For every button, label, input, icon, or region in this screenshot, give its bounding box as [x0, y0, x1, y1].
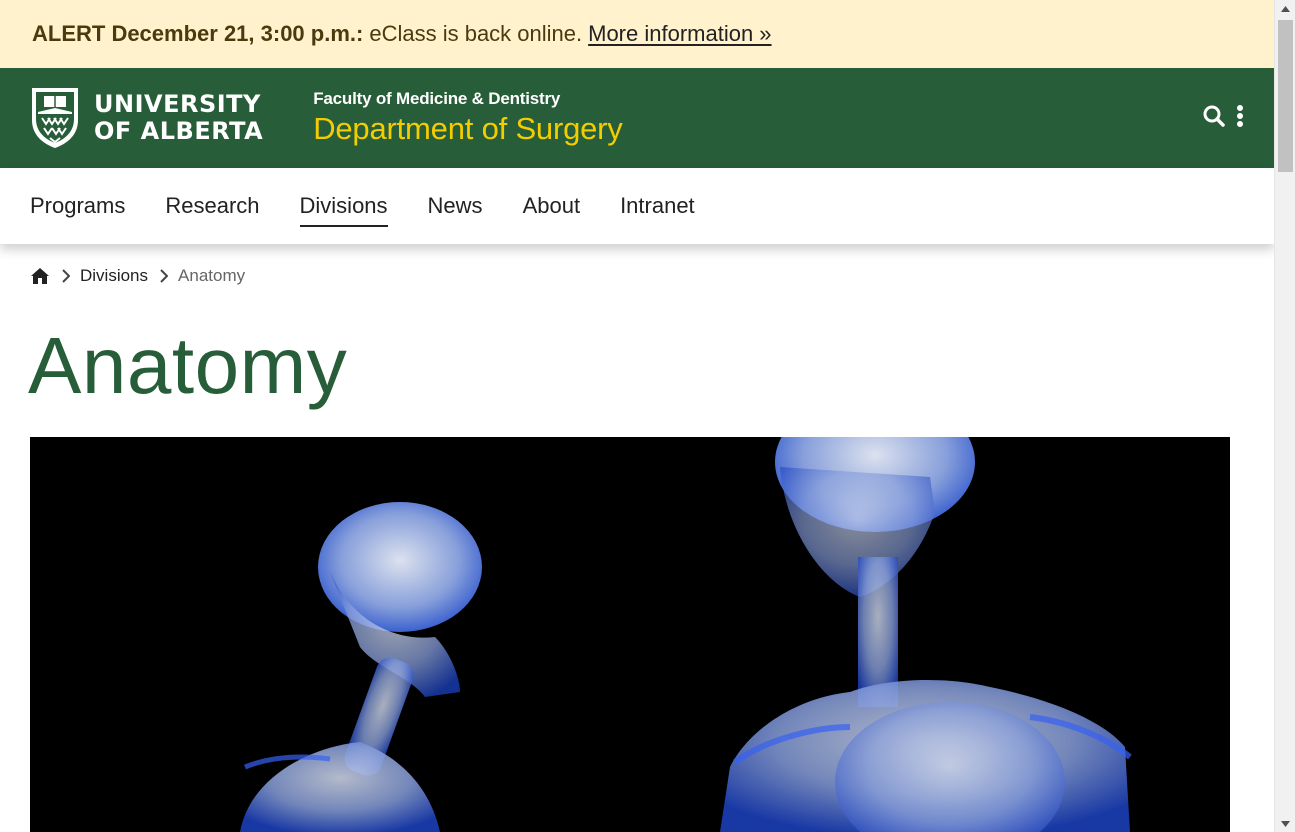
- page-title: Anatomy: [28, 321, 348, 410]
- breadcrumb: Divisions Anatomy: [0, 266, 1274, 286]
- chevron-right-icon: [160, 269, 169, 283]
- page: ALERT December 21, 3:00 p.m.: eClass is …: [0, 0, 1274, 832]
- department-heading: Faculty of Medicine & Dentistry Departme…: [313, 89, 623, 147]
- chevron-right-icon: [62, 269, 70, 283]
- main-navigation: Programs Research Divisions News About I…: [0, 168, 1274, 244]
- alert-more-info-link[interactable]: More information »: [588, 21, 771, 47]
- university-logo[interactable]: UNIVERSITY OF ALBERTA: [30, 86, 263, 150]
- vertical-scrollbar[interactable]: [1274, 0, 1295, 832]
- alert-message: eClass is back online.: [369, 21, 583, 46]
- header-actions: [1202, 104, 1244, 128]
- alert-banner: ALERT December 21, 3:00 p.m.: eClass is …: [0, 0, 1274, 68]
- site-header: UNIVERSITY OF ALBERTA Faculty of Medicin…: [0, 68, 1274, 168]
- logo-line-2: OF ALBERTA: [94, 117, 264, 145]
- nav-item-divisions[interactable]: Divisions: [299, 187, 388, 227]
- more-vertical-icon[interactable]: [1236, 104, 1244, 128]
- scrollbar-thumb[interactable]: [1278, 20, 1293, 172]
- nav-item-about[interactable]: About: [523, 187, 581, 225]
- university-shield-icon: [32, 88, 78, 148]
- breadcrumb-divisions[interactable]: Divisions: [80, 266, 148, 286]
- department-name[interactable]: Department of Surgery: [313, 111, 623, 147]
- faculty-name[interactable]: Faculty of Medicine & Dentistry: [313, 89, 622, 109]
- nav-item-programs[interactable]: Programs: [30, 187, 125, 225]
- scroll-down-arrow-icon[interactable]: [1275, 815, 1295, 832]
- nav-item-news[interactable]: News: [428, 187, 483, 225]
- search-icon[interactable]: [1202, 104, 1226, 128]
- breadcrumb-current: Anatomy: [178, 266, 246, 285]
- home-icon[interactable]: [30, 267, 50, 285]
- alert-label: ALERT December 21, 3:00 p.m.:: [32, 21, 364, 46]
- nav-item-intranet[interactable]: Intranet: [620, 187, 695, 225]
- hero-image: [30, 437, 1230, 832]
- logo-line-1: UNIVERSITY: [94, 90, 261, 118]
- scroll-up-arrow-icon[interactable]: [1275, 0, 1295, 17]
- logo-wordmark: UNIVERSITY OF ALBERTA: [94, 91, 263, 145]
- nav-item-research[interactable]: Research: [165, 187, 259, 225]
